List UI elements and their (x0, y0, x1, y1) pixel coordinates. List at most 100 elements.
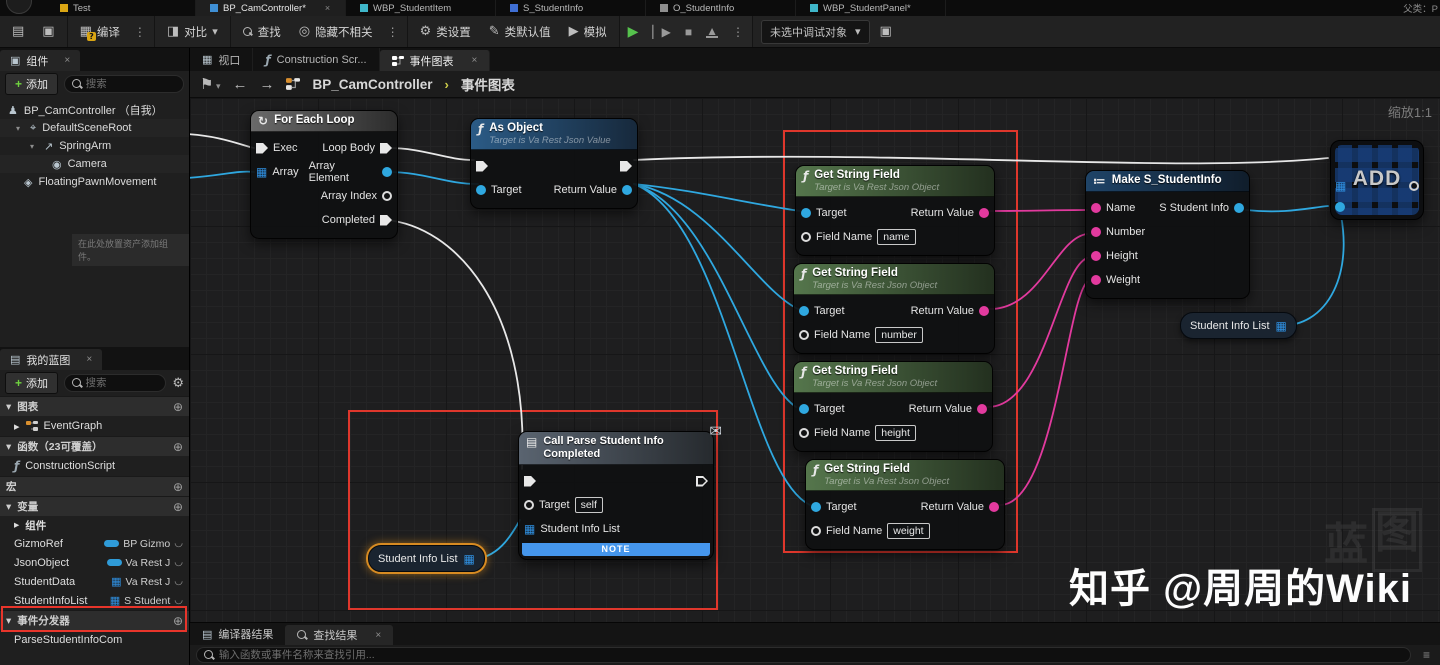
close-icon[interactable]: × (86, 354, 92, 365)
section-macros[interactable]: 宏 ⊕ (0, 476, 189, 496)
browse-debug-icon[interactable]: ▣ (880, 25, 892, 38)
play-button[interactable]: ▶ (628, 23, 639, 40)
completed-pin[interactable] (380, 214, 392, 226)
tree-item-spring-arm[interactable]: ▾ ↗ SpringArm (0, 137, 189, 155)
return-value-pin[interactable] (989, 502, 999, 512)
compile-options-icon[interactable]: ⋮ (134, 25, 146, 39)
add-component-button[interactable]: + 添加 (5, 73, 59, 95)
compiler-results-tab[interactable]: ▤ 编译器结果 (190, 623, 285, 645)
hide-options-icon[interactable]: ⋮ (387, 25, 399, 39)
item-parse-student-info-dispatcher[interactable]: ParseStudentInfoCom (0, 630, 189, 650)
item-construction-script[interactable]: ƒ ConstructionScript (0, 456, 189, 476)
tab-construction-script[interactable]: ƒ Construction Scr... (253, 48, 380, 71)
height-pin[interactable] (1091, 251, 1101, 261)
var-getter-student-info-list[interactable]: Student Info List ▦ (1180, 312, 1297, 339)
breadcrumb-root[interactable]: BP_CamController (312, 77, 432, 92)
asset-tab-o-studentinfo[interactable]: O_StudentInfo (646, 0, 796, 16)
stop-button[interactable]: ■ (685, 25, 692, 39)
section-variables[interactable]: ▾ 变量 ⊕ (0, 496, 189, 516)
name-pin[interactable] (1091, 203, 1101, 213)
compile-button[interactable]: ▦? 编译 (76, 21, 124, 43)
close-tab-icon[interactable]: × (325, 3, 330, 13)
add-graph-icon[interactable]: ⊕ (173, 400, 183, 414)
field-name-pin[interactable] (799, 428, 809, 438)
weight-pin[interactable] (1091, 275, 1101, 285)
return-value-pin[interactable] (622, 185, 632, 195)
target-pin[interactable] (799, 404, 809, 414)
array-index-pin[interactable] (382, 191, 392, 201)
eye-closed-icon[interactable]: ◡ (174, 557, 183, 568)
target-pin[interactable] (801, 208, 811, 218)
simulate-button[interactable]: ▶ 模拟 (565, 21, 611, 43)
hide-unrelated-button[interactable]: ◎ 隐藏不相关 (295, 21, 377, 43)
eye-closed-icon[interactable]: ◡ (174, 595, 183, 606)
add-blueprint-item-button[interactable]: + 添加 (5, 372, 59, 394)
class-defaults-button[interactable]: ✎ 类默认值 (485, 21, 555, 43)
diff-button[interactable]: ◨ 对比 ▾ (163, 21, 222, 43)
exec-out-pin[interactable] (380, 142, 392, 154)
add-macro-icon[interactable]: ⊕ (173, 480, 183, 494)
asset-tab-bp-camcontroller[interactable]: BP_CamController* × (196, 0, 346, 16)
add-dispatcher-icon[interactable]: ⊕ (173, 614, 183, 628)
field-name-pin[interactable] (811, 526, 821, 536)
node-get-string-field-name[interactable]: ƒ Get String Field Target is Va Rest Jso… (795, 165, 995, 256)
field-name-input[interactable]: name (877, 229, 916, 245)
play-options-icon[interactable]: ⋮ (732, 25, 744, 39)
back-icon[interactable]: ← (232, 76, 247, 93)
target-pin[interactable] (799, 306, 809, 316)
expand-icon[interactable]: ▸ (14, 519, 19, 531)
find-references-input[interactable] (218, 649, 1403, 661)
close-icon[interactable]: × (375, 630, 381, 641)
target-pin[interactable] (476, 185, 486, 195)
debug-object-dropdown[interactable]: 未选中调试对象 ▾ (761, 19, 870, 44)
struct-out-pin[interactable] (1234, 203, 1244, 213)
section-event-dispatchers[interactable]: ▾ 事件分发器 ⊕ (0, 610, 189, 630)
gear-icon[interactable]: ⚙ (172, 377, 184, 390)
tab-viewport[interactable]: ▦ 视口 (190, 48, 254, 71)
variable-row-gizmoref[interactable]: GizmoRef BP Gizmo ◡ (0, 534, 189, 553)
find-button[interactable]: 查找 (239, 21, 285, 43)
components-tab[interactable]: ▣ 组件 × (0, 50, 81, 71)
group-components[interactable]: ▸ 组件 (0, 516, 189, 534)
add-variable-icon[interactable]: ⊕ (173, 500, 183, 514)
index-out-pin[interactable] (1409, 181, 1419, 191)
expand-icon[interactable]: ▸ (14, 420, 20, 433)
item-event-graph[interactable]: ▸ EventGraph (0, 416, 189, 436)
node-as-object[interactable]: ƒ As Object Target is Va Rest Json Value… (470, 118, 638, 209)
target-pin[interactable] (524, 500, 534, 510)
tree-item-self[interactable]: ♟ BP_CamController （自我） (0, 101, 189, 119)
browse-button[interactable]: ▣ (38, 22, 58, 41)
field-name-pin[interactable] (801, 232, 811, 242)
close-icon[interactable]: × (64, 55, 70, 66)
exec-out-pin[interactable] (620, 160, 632, 172)
my-blueprint-tab[interactable]: ▤ 我的蓝图 × (0, 349, 103, 370)
frame-skip-button[interactable]: ▏▶ (652, 25, 670, 39)
target-self-box[interactable]: self (574, 497, 603, 513)
return-value-pin[interactable] (979, 208, 989, 218)
eye-closed-icon[interactable]: ◡ (174, 576, 183, 587)
find-results-tab[interactable]: 查找结果 × (285, 625, 394, 645)
number-pin[interactable] (1091, 227, 1101, 237)
asset-tab-wbp-studentitem[interactable]: WBP_StudentItem (346, 0, 496, 16)
node-get-string-field-height[interactable]: ƒ Get String Field Target is Va Rest Jso… (793, 361, 993, 452)
tree-item-scene-root[interactable]: ▾ ⌖ DefaultSceneRoot (0, 119, 189, 137)
output-log-icon[interactable]: ≡ (1419, 648, 1434, 662)
components-search-input[interactable] (85, 78, 176, 90)
exec-in-pin[interactable] (256, 142, 268, 154)
return-value-pin[interactable] (977, 404, 987, 414)
array-out-pin[interactable]: ▦ (1276, 320, 1287, 332)
array-element-pin[interactable] (382, 167, 392, 177)
forward-icon[interactable]: → (259, 76, 274, 93)
field-name-input[interactable]: height (875, 425, 916, 441)
item-in-pin[interactable] (1335, 202, 1345, 212)
bookmark-icon[interactable]: ⚑ ▾ (200, 75, 220, 93)
my-blueprint-search-input[interactable] (85, 377, 159, 389)
return-value-pin[interactable] (979, 306, 989, 316)
tree-item-floating-pawn-movement[interactable]: ◈ FloatingPawnMovement (0, 173, 189, 191)
tab-event-graph[interactable]: 事件图表 × (379, 50, 491, 71)
exec-in-pin[interactable] (476, 160, 488, 172)
array-in-pin[interactable]: ▦ (1335, 180, 1346, 192)
asset-tab-wbp-studentpanel[interactable]: WBP_StudentPanel* (796, 0, 946, 16)
class-settings-button[interactable]: ⚙ 类设置 (416, 21, 475, 43)
node-get-string-field-weight[interactable]: ƒ Get String Field Target is Va Rest Jso… (805, 459, 1005, 550)
